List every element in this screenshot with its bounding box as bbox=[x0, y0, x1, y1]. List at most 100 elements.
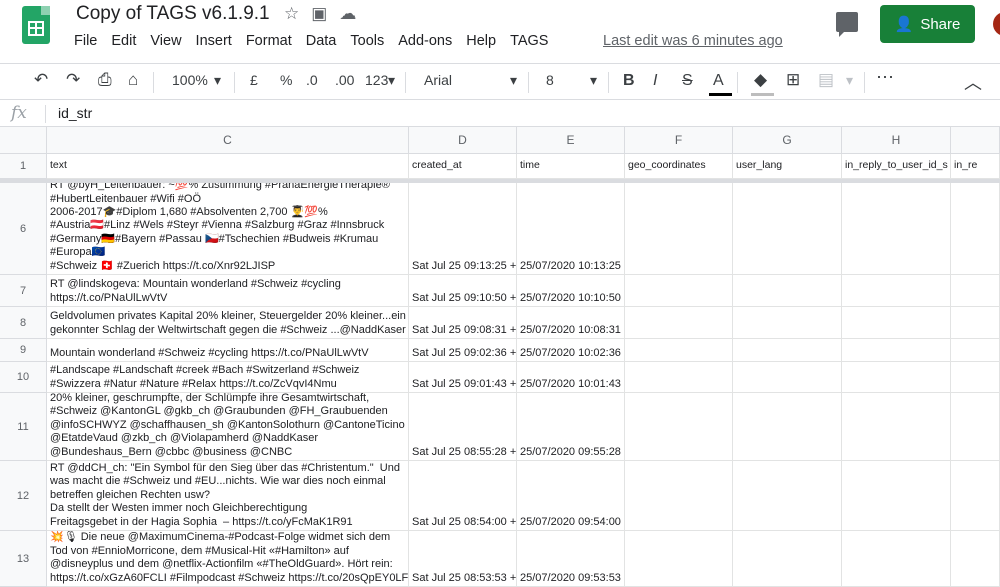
document-title[interactable]: Copy of TAGS v6.1.9.1 bbox=[76, 3, 270, 25]
table-cell-created-at[interactable]: Sat Jul 25 09:01:43 +0000 2020 bbox=[409, 362, 517, 393]
table-cell-time[interactable]: 25/07/2020 09:53:53 bbox=[517, 531, 625, 587]
table-cell-text[interactable]: Geldvolumen privates Kapital 20% kleiner… bbox=[47, 307, 409, 339]
strikethrough-button[interactable]: S bbox=[682, 72, 693, 90]
header-cell-geo-coordinates[interactable]: geo_coordinates bbox=[625, 154, 733, 179]
formula-input[interactable]: id_str bbox=[58, 105, 92, 121]
font-dropdown-icon[interactable]: ▾ bbox=[510, 72, 517, 89]
table-cell-empty[interactable] bbox=[842, 461, 951, 531]
column-header-c[interactable]: C bbox=[47, 127, 409, 154]
column-header-f[interactable]: F bbox=[625, 127, 733, 154]
percent-button[interactable]: % bbox=[280, 72, 292, 88]
table-cell-empty[interactable] bbox=[733, 307, 842, 339]
more-options-icon[interactable]: ⋯ bbox=[876, 67, 894, 88]
table-cell-empty[interactable] bbox=[625, 461, 733, 531]
table-cell-empty[interactable] bbox=[733, 339, 842, 362]
font-size-dropdown-icon[interactable]: ▾ bbox=[590, 72, 597, 89]
table-cell-empty[interactable] bbox=[951, 275, 1000, 307]
table-cell-text[interactable]: 20% kleiner, geschrumpfte, der Schlümpfe… bbox=[47, 393, 409, 461]
table-cell-empty[interactable] bbox=[733, 461, 842, 531]
table-cell-empty[interactable] bbox=[733, 275, 842, 307]
fill-color-icon[interactable]: ◆ bbox=[754, 70, 767, 90]
zoom-dropdown-icon[interactable]: ▾ bbox=[214, 72, 221, 89]
share-button[interactable]: 👤 Share bbox=[880, 5, 975, 43]
column-header-d[interactable]: D bbox=[409, 127, 517, 154]
table-cell-empty[interactable] bbox=[625, 362, 733, 393]
table-cell-time[interactable]: 25/07/2020 09:55:28 bbox=[517, 393, 625, 461]
header-cell-user-lang[interactable]: user_lang bbox=[733, 154, 842, 179]
table-cell-created-at[interactable]: Sat Jul 25 09:10:50 +0000 2020 bbox=[409, 275, 517, 307]
italic-button[interactable]: I bbox=[653, 72, 657, 90]
table-cell-empty[interactable] bbox=[625, 307, 733, 339]
undo-icon[interactable]: ↶ bbox=[34, 70, 48, 90]
header-cell-partial[interactable]: in_re bbox=[951, 154, 1000, 179]
collapse-menu-icon[interactable]: ︿ bbox=[964, 69, 982, 95]
table-cell-time[interactable]: 25/07/2020 10:01:43 bbox=[517, 362, 625, 393]
row-header-10[interactable]: 10 bbox=[0, 362, 47, 393]
column-header-h[interactable]: H bbox=[842, 127, 951, 154]
table-cell-empty[interactable] bbox=[951, 531, 1000, 587]
borders-icon[interactable]: ⊞ bbox=[786, 70, 800, 90]
table-cell-created-at[interactable]: Sat Jul 25 08:55:28 +0000 2020 bbox=[409, 393, 517, 461]
table-cell-empty[interactable] bbox=[842, 362, 951, 393]
merge-cells-icon[interactable]: ▤ bbox=[818, 70, 834, 90]
decrease-decimal-button[interactable]: .0 bbox=[306, 72, 318, 88]
row-header-7[interactable]: 7 bbox=[0, 275, 47, 307]
cloud-saved-icon[interactable]: ☁ bbox=[339, 4, 356, 24]
table-cell-created-at[interactable]: Sat Jul 25 09:08:31 +0000 2020 bbox=[409, 307, 517, 339]
table-cell-empty[interactable] bbox=[733, 183, 842, 275]
menu-format[interactable]: Format bbox=[246, 33, 300, 49]
table-cell-created-at[interactable]: Sat Jul 25 08:53:53 +0000 2020 bbox=[409, 531, 517, 587]
row-header-9[interactable]: 9 bbox=[0, 339, 47, 362]
table-cell-empty[interactable] bbox=[951, 183, 1000, 275]
print-icon[interactable]: ⎙ bbox=[98, 70, 112, 90]
increase-decimal-button[interactable]: .00 bbox=[335, 72, 354, 88]
table-cell-empty[interactable] bbox=[625, 339, 733, 362]
more-formats-dropdown-icon[interactable]: ▾ bbox=[388, 72, 395, 89]
column-header-g[interactable]: G bbox=[733, 127, 842, 154]
table-cell-text[interactable]: RT @lindskogeva: Mountain wonderland #Sc… bbox=[47, 275, 409, 307]
zoom-select[interactable]: 100% bbox=[172, 72, 208, 88]
header-cell-created-at[interactable]: created_at bbox=[409, 154, 517, 179]
move-to-folder-icon[interactable]: ▣ bbox=[311, 4, 327, 24]
row-header-11[interactable]: 11 bbox=[0, 393, 47, 461]
menu-file[interactable]: File bbox=[74, 33, 105, 49]
comment-icon[interactable] bbox=[836, 12, 858, 37]
row-header-13[interactable]: 13 bbox=[0, 531, 47, 587]
table-cell-text[interactable]: #Landscape #Landschaft #creek #Bach #Swi… bbox=[47, 362, 409, 393]
header-cell-in-reply-to-user-id[interactable]: in_reply_to_user_id_s bbox=[842, 154, 951, 179]
column-header-e[interactable]: E bbox=[517, 127, 625, 154]
font-select[interactable]: Arial bbox=[424, 72, 452, 88]
table-cell-empty[interactable] bbox=[625, 393, 733, 461]
table-cell-empty[interactable] bbox=[842, 339, 951, 362]
table-cell-empty[interactable] bbox=[625, 275, 733, 307]
star-icon[interactable]: ☆ bbox=[284, 4, 299, 24]
table-cell-time[interactable]: 25/07/2020 09:54:00 bbox=[517, 461, 625, 531]
menu-tools[interactable]: Tools bbox=[350, 33, 392, 49]
table-cell-empty[interactable] bbox=[842, 393, 951, 461]
paint-format-icon[interactable]: ⌂ bbox=[128, 70, 138, 90]
last-edit-link[interactable]: Last edit was 6 minutes ago bbox=[603, 33, 783, 49]
table-cell-empty[interactable] bbox=[842, 183, 951, 275]
row-header-8[interactable]: 8 bbox=[0, 307, 47, 339]
table-cell-empty[interactable] bbox=[842, 307, 951, 339]
bold-button[interactable]: B bbox=[623, 72, 635, 90]
table-cell-empty[interactable] bbox=[733, 393, 842, 461]
text-color-button[interactable]: A bbox=[713, 72, 724, 90]
merge-dropdown-icon[interactable]: ▾ bbox=[846, 72, 853, 89]
table-cell-created-at[interactable]: Sat Jul 25 09:13:25 +0000 2020 bbox=[409, 183, 517, 275]
table-cell-empty[interactable] bbox=[951, 461, 1000, 531]
avatar[interactable] bbox=[993, 12, 1000, 36]
table-cell-time[interactable]: 25/07/2020 10:02:36 bbox=[517, 339, 625, 362]
table-cell-empty[interactable] bbox=[733, 531, 842, 587]
table-cell-time[interactable]: 25/07/2020 10:13:25 bbox=[517, 183, 625, 275]
table-cell-empty[interactable] bbox=[951, 339, 1000, 362]
table-cell-empty[interactable] bbox=[842, 275, 951, 307]
menu-data[interactable]: Data bbox=[306, 33, 345, 49]
table-cell-empty[interactable] bbox=[951, 362, 1000, 393]
menu-add-ons[interactable]: Add-ons bbox=[398, 33, 460, 49]
table-cell-time[interactable]: 25/07/2020 10:10:50 bbox=[517, 275, 625, 307]
table-cell-empty[interactable] bbox=[625, 531, 733, 587]
more-formats-button[interactable]: 123 bbox=[365, 72, 388, 88]
table-cell-created-at[interactable]: Sat Jul 25 08:54:00 +0000 2020 bbox=[409, 461, 517, 531]
font-size-select[interactable]: 8 bbox=[546, 72, 554, 88]
